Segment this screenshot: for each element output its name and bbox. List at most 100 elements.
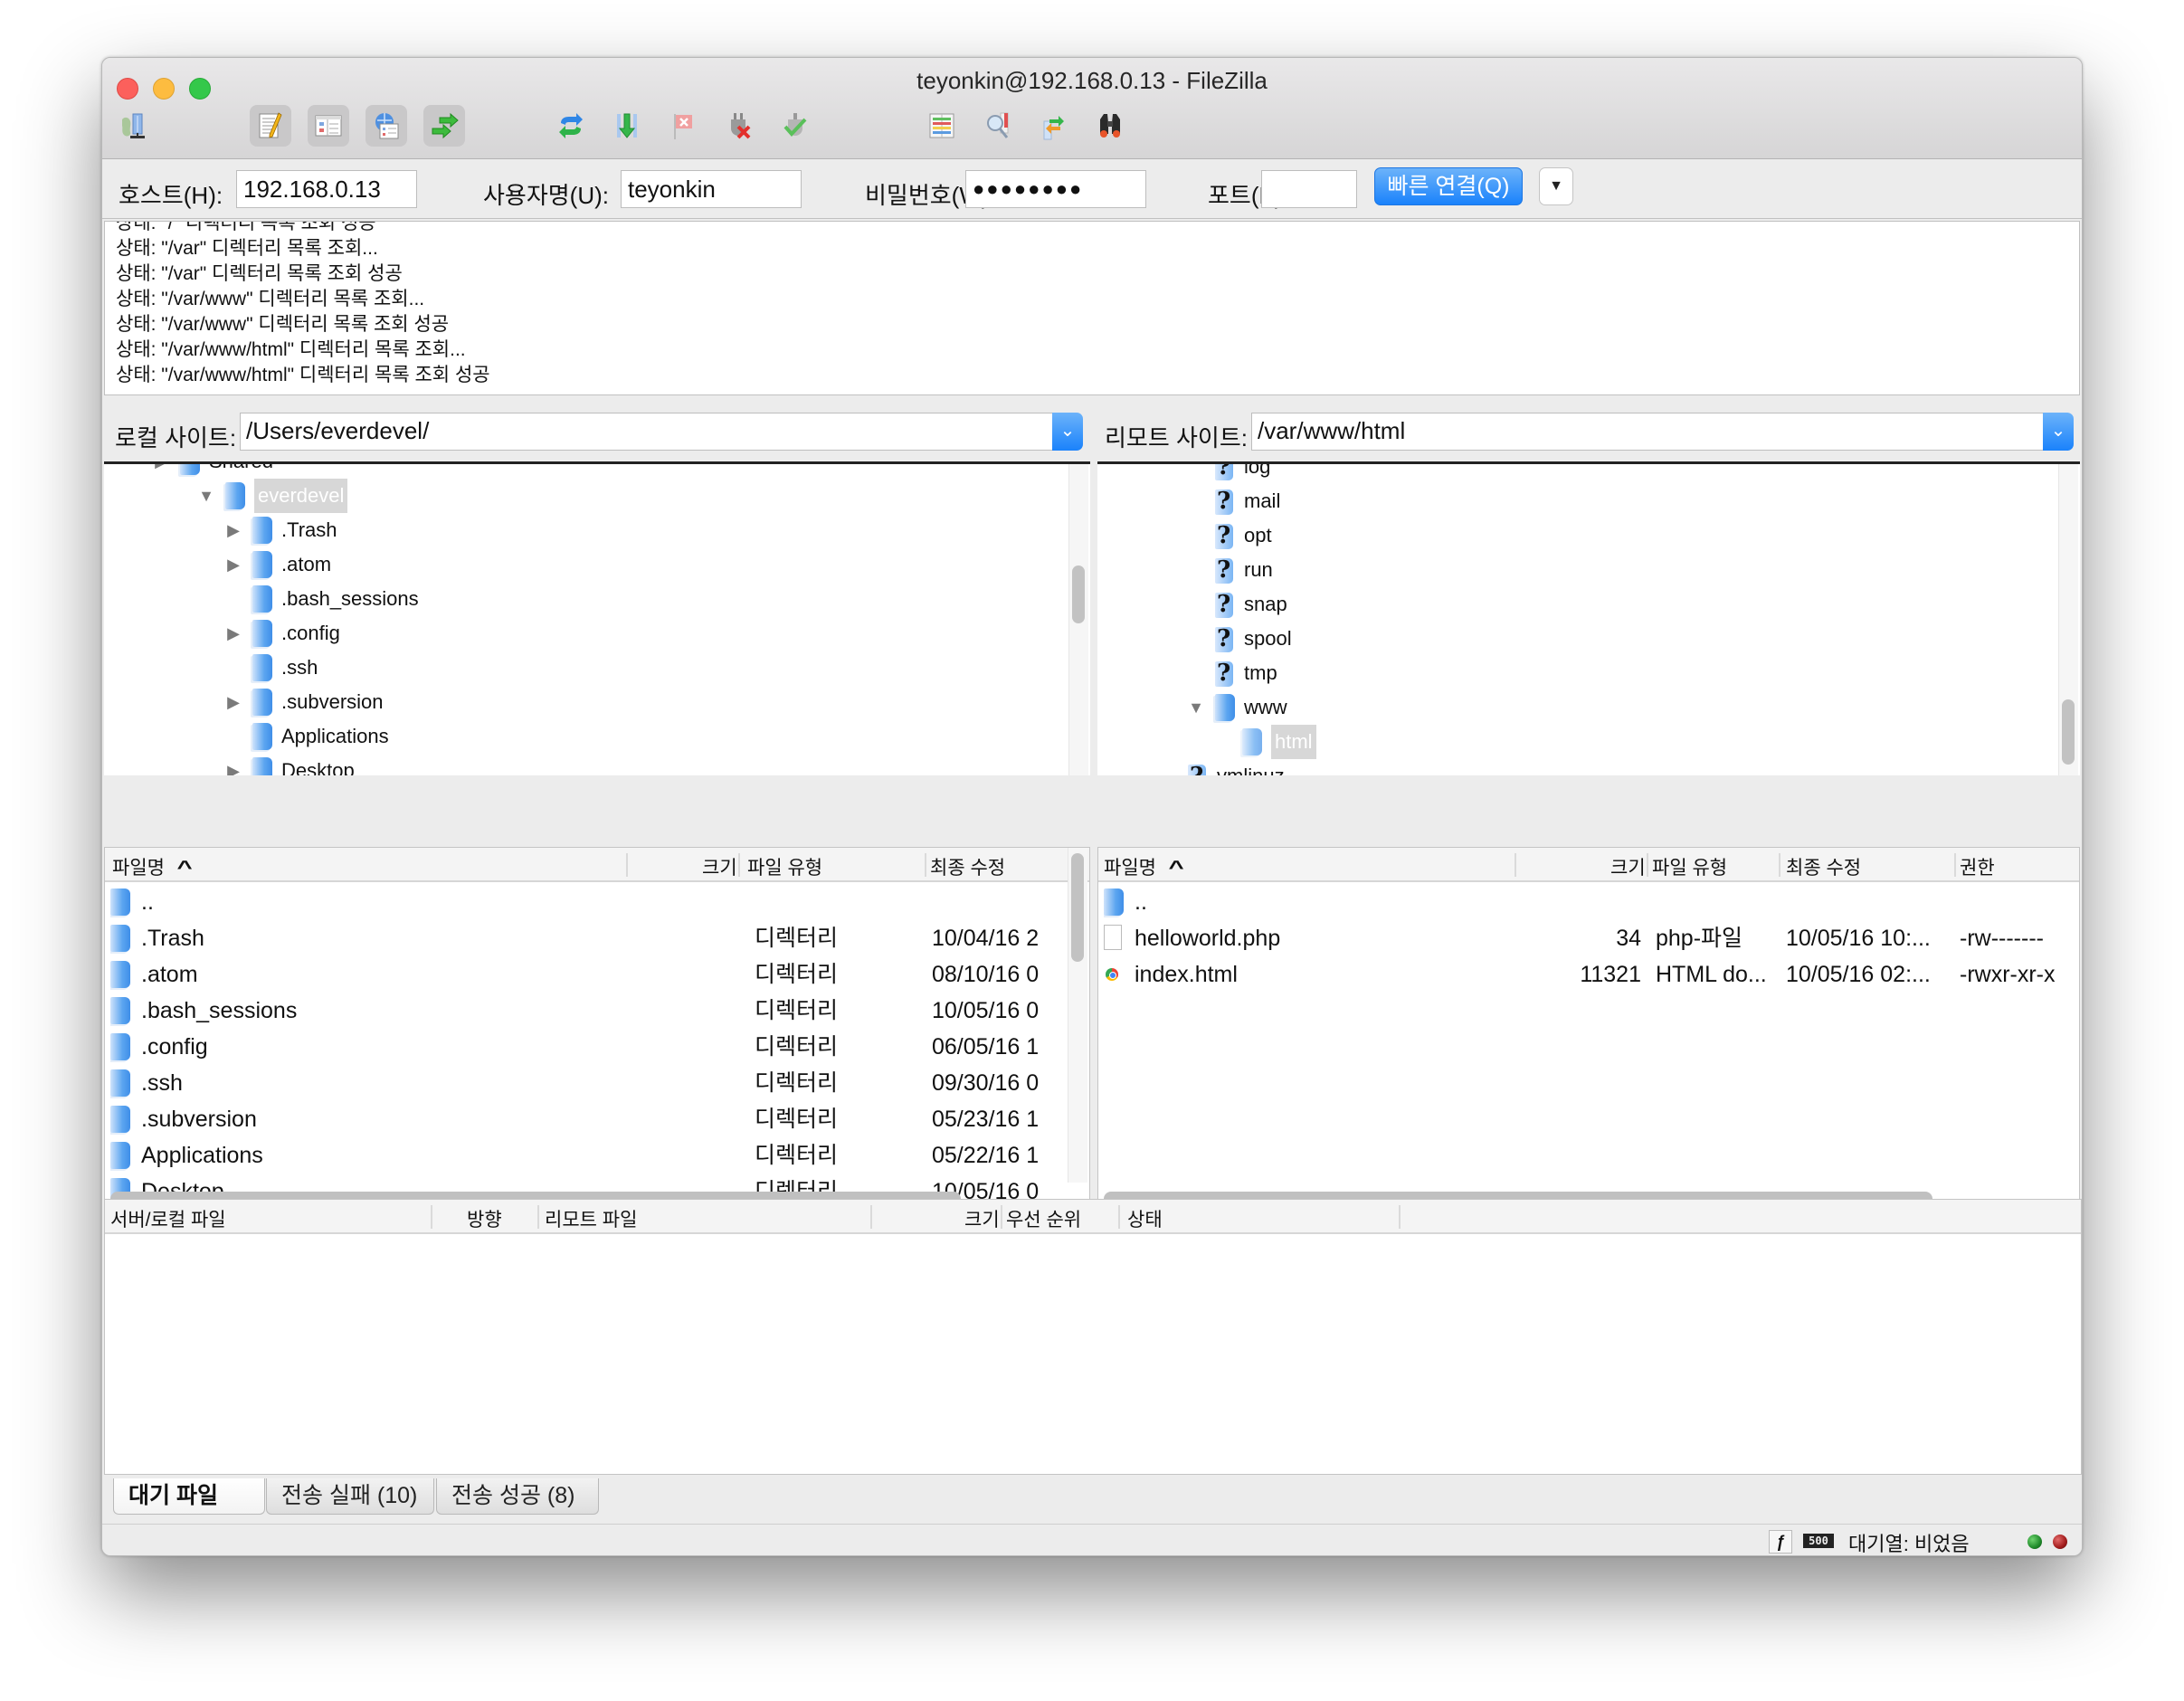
process-queue-button[interactable]: [606, 105, 648, 147]
tree-item[interactable]: ▶Shared: [155, 464, 273, 479]
tree-item[interactable]: .bash_sessions: [252, 582, 419, 616]
remote-tree-scrollbar-thumb[interactable]: [2062, 699, 2075, 765]
local-tree-scrollbar-thumb[interactable]: [1072, 565, 1085, 623]
column-status[interactable]: 상태: [1127, 1205, 1163, 1232]
tree-item[interactable]: ? spool: [1215, 622, 1292, 656]
toggle-transfer-queue-button[interactable]: [423, 105, 465, 147]
expand-arrow-icon[interactable]: ▶: [225, 513, 242, 547]
column-filename[interactable]: 파일명 ^: [112, 853, 193, 880]
column-size[interactable]: 크기: [702, 853, 737, 880]
expand-arrow-icon[interactable]: ▶: [225, 754, 242, 775]
search-remote-files-button[interactable]: [1089, 105, 1131, 147]
column-separator[interactable]: [537, 1205, 539, 1229]
tab-successful-transfers[interactable]: 전송 성공 (8): [436, 1478, 599, 1515]
file-row[interactable]: .atom 디렉터리 08/10/16 0: [105, 956, 1089, 993]
toggle-local-tree-button[interactable]: [308, 105, 349, 147]
tree-item[interactable]: ? log: [1215, 464, 1270, 484]
expand-arrow-icon[interactable]: ▶: [225, 547, 242, 582]
tree-item[interactable]: ▶ Desktop: [227, 754, 355, 775]
port-input[interactable]: [1261, 170, 1357, 208]
file-row[interactable]: .ssh 디렉터리 09/30/16 0: [105, 1065, 1089, 1101]
tree-item[interactable]: ▶ .atom: [227, 547, 331, 582]
file-row[interactable]: .config 디렉터리 06/05/16 1: [105, 1029, 1089, 1065]
file-row[interactable]: helloworld.php 34 php-파일 10/05/16 10:... -rw…: [1098, 920, 2079, 956]
tree-item[interactable]: ▶ .Trash: [227, 513, 337, 547]
expand-arrow-icon[interactable]: ▶: [153, 464, 169, 479]
message-log[interactable]: 상태: "/" 디렉터리 목록 조회 성공 상태: "/var" 디렉터리 목록…: [104, 221, 2080, 395]
column-permissions[interactable]: 권한: [1960, 853, 1995, 880]
local-file-list[interactable]: 파일명 ^ 크기 파일 유형 최종 수정 .. .Trash 디렉터리 10/04/1…: [104, 847, 1090, 1213]
column-local-file[interactable]: 서버/로컬 파일: [110, 1205, 226, 1232]
file-row[interactable]: ..: [1098, 884, 2079, 920]
speed-limit-icon[interactable]: 500: [1803, 1534, 1834, 1548]
file-row[interactable]: ..: [105, 884, 1089, 920]
remote-file-list[interactable]: 파일명 ^ 크기 파일 유형 최종 수정 권한 .. helloworld.php…: [1097, 847, 2080, 1213]
remote-path-dropdown-button[interactable]: ⌄: [2043, 413, 2074, 451]
file-row[interactable]: .Trash 디렉터리 10/04/16 2: [105, 920, 1089, 956]
tree-item[interactable]: ▼ everdevel: [198, 479, 348, 513]
password-input[interactable]: [965, 170, 1146, 208]
file-row[interactable]: .subversion 디렉터리 05/23/16 1: [105, 1101, 1089, 1137]
column-priority[interactable]: 우선 순위: [1006, 1205, 1081, 1232]
quickconnect-button[interactable]: 빠른 연결(Q): [1374, 167, 1523, 205]
collapse-arrow-icon[interactable]: ▼: [1188, 690, 1204, 725]
column-separator[interactable]: [1399, 1205, 1401, 1229]
remote-path-combobox[interactable]: /var/www/html: [1251, 413, 2047, 451]
tree-item[interactable]: ▶ .config: [227, 616, 340, 651]
column-remote-file[interactable]: 리모트 파일: [545, 1205, 637, 1232]
column-separator[interactable]: [1515, 853, 1516, 877]
column-size[interactable]: 크기: [964, 1205, 1000, 1232]
column-modified[interactable]: 최종 수정: [930, 853, 1005, 880]
tree-item[interactable]: ?vmlinuz: [1188, 759, 1285, 775]
remote-directory-tree[interactable]: ? log ? mail ? opt ? run ? snap ? spool ? tmp ▼…: [1097, 461, 2080, 775]
site-manager-button[interactable]: [113, 105, 155, 147]
file-row[interactable]: Applications 디렉터리 05/22/16 1: [105, 1137, 1089, 1174]
column-filetype[interactable]: 파일 유형: [1652, 853, 1727, 880]
tree-item[interactable]: ? run: [1215, 553, 1273, 587]
column-modified[interactable]: 최종 수정: [1786, 853, 1861, 880]
column-separator[interactable]: [870, 1205, 872, 1229]
tree-item[interactable]: ▶ .subversion: [227, 685, 384, 719]
column-separator[interactable]: [1118, 1205, 1120, 1229]
directory-filter-button[interactable]: [921, 105, 963, 147]
local-directory-tree[interactable]: ▶Shared ▼everdevel ▶.Trash ▶.atom .bash_…: [104, 461, 1090, 775]
directory-comparison-button[interactable]: [977, 105, 1019, 147]
toggle-message-log-button[interactable]: [250, 105, 291, 147]
refresh-button[interactable]: [550, 105, 592, 147]
username-input[interactable]: [621, 170, 802, 208]
column-separator[interactable]: [626, 853, 628, 877]
local-list-vscroll-thumb[interactable]: [1071, 853, 1084, 962]
column-size[interactable]: 크기: [1610, 853, 1646, 880]
tree-item[interactable]: .ssh: [252, 651, 318, 685]
encryption-indicator-icon[interactable]: ƒ: [1769, 1530, 1792, 1554]
cancel-operation-button[interactable]: [662, 105, 704, 147]
column-separator[interactable]: [1647, 853, 1648, 877]
host-input[interactable]: [236, 170, 417, 208]
column-separator[interactable]: [738, 853, 740, 877]
tree-item[interactable]: html: [1242, 725, 1316, 759]
tree-item[interactable]: ? snap: [1215, 587, 1287, 622]
tree-item[interactable]: ? opt: [1215, 518, 1272, 553]
column-separator[interactable]: [1779, 853, 1780, 877]
tab-failed-transfers[interactable]: 전송 실패 (10): [266, 1478, 434, 1515]
local-path-combobox[interactable]: /Users/everdevel/: [240, 413, 1054, 451]
toggle-remote-tree-button[interactable]: [366, 105, 407, 147]
tab-queued-files[interactable]: 대기 파일: [113, 1478, 265, 1515]
collapse-arrow-icon[interactable]: ▼: [198, 479, 214, 513]
column-separator[interactable]: [1954, 853, 1956, 877]
column-filename[interactable]: 파일명 ^: [1104, 853, 1184, 880]
expand-arrow-icon[interactable]: ▶: [225, 616, 242, 651]
synchronized-browsing-button[interactable]: [1033, 105, 1075, 147]
column-filetype[interactable]: 파일 유형: [747, 853, 822, 880]
tree-item[interactable]: Applications: [252, 719, 389, 754]
reconnect-button[interactable]: [774, 105, 816, 147]
disconnect-button[interactable]: [718, 105, 760, 147]
file-row[interactable]: index.html 11321 HTML do... 10/05/16 02:...…: [1098, 956, 2079, 993]
tree-item[interactable]: ? tmp: [1215, 656, 1277, 690]
quickconnect-history-dropdown[interactable]: ▼: [1539, 167, 1573, 205]
tree-item[interactable]: ? mail: [1215, 484, 1280, 518]
column-separator[interactable]: [925, 853, 926, 877]
file-row[interactable]: .bash_sessions 디렉터리 10/05/16 0: [105, 993, 1089, 1029]
tree-item[interactable]: ▼ www: [1188, 690, 1287, 725]
expand-arrow-icon[interactable]: ▶: [225, 685, 242, 719]
